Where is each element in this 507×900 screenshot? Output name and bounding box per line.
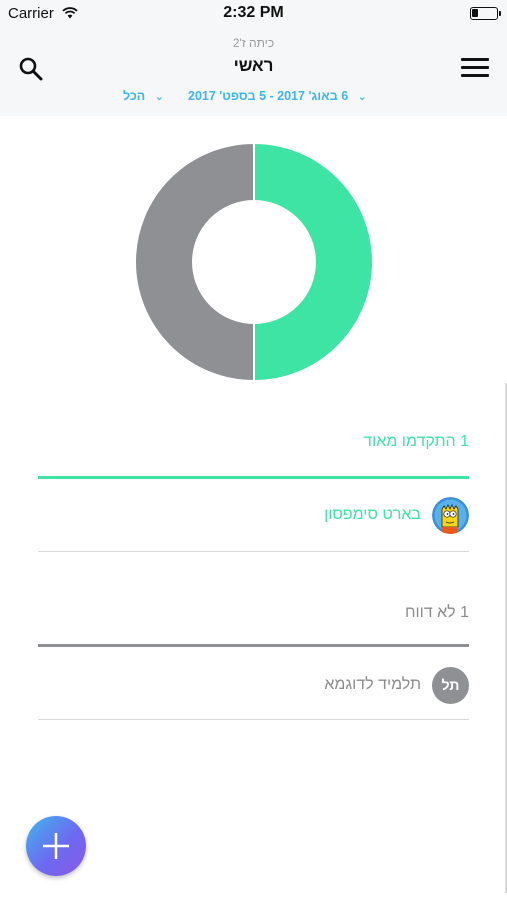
student-name: תלמיד לדוגמא [324, 676, 421, 693]
student-name: בארט סימפסון [324, 506, 421, 523]
filter-row: ⌄ הכל ⌄ 6 באוג' 2017 - 5 בספט' 2017 [0, 89, 507, 107]
add-button[interactable] [26, 816, 86, 876]
search-icon [19, 57, 43, 81]
student-row[interactable]: תל תלמיד לדוגמא [38, 650, 469, 720]
avatar: תל [432, 667, 469, 704]
row-divider [38, 719, 469, 720]
plus-icon [43, 833, 69, 859]
donut-slice-0 [253, 142, 374, 382]
bart-simpson-avatar [432, 497, 469, 534]
search-button[interactable] [18, 56, 48, 86]
student-row[interactable]: בארט סימפסון [38, 480, 469, 550]
status-time: 2:32 PM [223, 4, 284, 21]
date-range-label: 6 באוג' 2017 - 5 בספט' 2017 [188, 89, 349, 103]
donut-slice-1 [134, 142, 255, 382]
page-title: ראשי [233, 56, 274, 75]
progress-donut-chart [134, 142, 374, 382]
group-header-not-reported: 1 לא דווח [404, 604, 469, 621]
class-name: כיתה ז'2 [232, 36, 275, 50]
group-underline [38, 476, 469, 479]
chevron-down-icon: ⌄ [154, 91, 164, 103]
chevron-down-icon: ⌄ [357, 91, 367, 103]
scroll-indicator [505, 383, 507, 893]
status-bar: Carrier 2:32 PM [0, 0, 507, 28]
filter-all-label: הכל [123, 89, 146, 103]
filter-all-dropdown[interactable]: ⌄ הכל [123, 89, 170, 103]
battery-icon [470, 7, 501, 20]
group-underline [38, 644, 469, 647]
row-divider [38, 551, 469, 552]
date-range-dropdown[interactable]: ⌄ 6 באוג' 2017 - 5 בספט' 2017 [188, 89, 373, 103]
group-header-great-progress: 1 התקדמו מאוד [363, 433, 469, 450]
hamburger-menu-icon[interactable] [461, 58, 489, 82]
header: כיתה ז'2 ראשי ⌄ הכל ⌄ 6 באוג' 2017 - 5 ב… [0, 28, 507, 116]
